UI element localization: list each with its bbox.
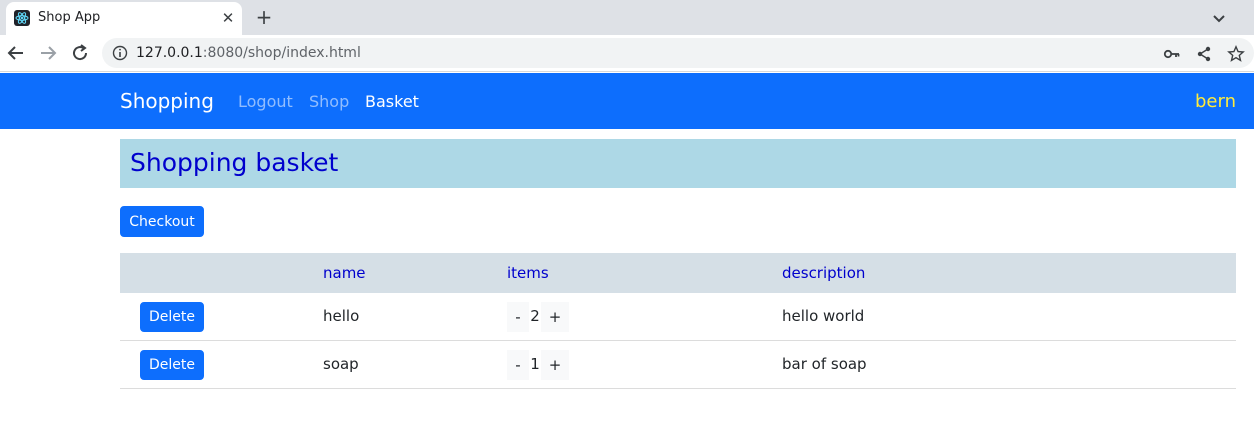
navbar-brand[interactable]: Shopping xyxy=(120,89,214,113)
page-title: Shopping basket xyxy=(130,148,339,177)
item-quantity: 2 xyxy=(530,307,540,325)
item-name: soap xyxy=(323,355,359,373)
nav-link-basket[interactable]: Basket xyxy=(365,92,419,111)
checkout-button[interactable]: Checkout xyxy=(120,206,204,237)
column-header-items: items xyxy=(507,264,549,282)
column-header-description: description xyxy=(782,264,866,282)
info-icon[interactable] xyxy=(112,45,128,61)
increment-button[interactable]: + xyxy=(541,302,569,332)
url-host: 127.0.0.1 xyxy=(136,45,203,61)
table-header: name items description xyxy=(120,253,1236,293)
basket-table: name items description Delete hello - 2 … xyxy=(120,253,1236,389)
table-row: Delete soap - 1 + bar of soap xyxy=(120,341,1236,389)
nav-link-logout[interactable]: Logout xyxy=(238,92,293,111)
item-description: bar of soap xyxy=(782,355,867,373)
tab-title: Shop App xyxy=(38,10,101,25)
new-tab-icon[interactable]: + xyxy=(253,6,275,28)
forward-arrow-icon[interactable] xyxy=(37,42,59,64)
column-header-name: name xyxy=(323,264,366,282)
app-navbar: Shopping Logout Shop Basket bern xyxy=(0,73,1254,129)
url-text[interactable]: 127.0.0.1:8080/shop/index.html xyxy=(136,45,361,61)
table-row: Delete hello - 2 + hello world xyxy=(120,293,1236,341)
reload-icon[interactable] xyxy=(69,42,91,64)
share-icon[interactable] xyxy=(1195,45,1213,63)
nav-link-shop[interactable]: Shop xyxy=(309,92,349,111)
username-label: bern xyxy=(1195,91,1236,112)
decrement-button[interactable]: - xyxy=(507,302,529,332)
increment-button[interactable]: + xyxy=(541,350,569,380)
back-arrow-icon[interactable] xyxy=(5,42,27,64)
item-quantity: 1 xyxy=(530,355,540,373)
delete-button[interactable]: Delete xyxy=(140,302,204,332)
star-icon[interactable] xyxy=(1227,45,1245,63)
page-heading-banner: Shopping basket xyxy=(120,139,1236,188)
decrement-button[interactable]: - xyxy=(507,350,529,380)
react-logo-icon xyxy=(14,10,30,26)
key-icon[interactable] xyxy=(1163,45,1181,63)
item-description: hello world xyxy=(782,307,865,325)
address-bar[interactable]: 127.0.0.1:8080/shop/index.html xyxy=(102,38,1254,68)
browser-tab[interactable]: Shop App ✕ xyxy=(6,2,242,35)
browser-toolbar: 127.0.0.1:8080/shop/index.html xyxy=(0,35,1254,72)
browser-tab-strip: Shop App ✕ + xyxy=(0,0,1254,35)
close-tab-icon[interactable]: ✕ xyxy=(218,8,238,28)
item-name: hello xyxy=(323,307,360,325)
chevron-down-icon[interactable] xyxy=(1208,7,1230,29)
delete-button[interactable]: Delete xyxy=(140,350,204,380)
url-path: :8080/shop/index.html xyxy=(202,45,361,61)
